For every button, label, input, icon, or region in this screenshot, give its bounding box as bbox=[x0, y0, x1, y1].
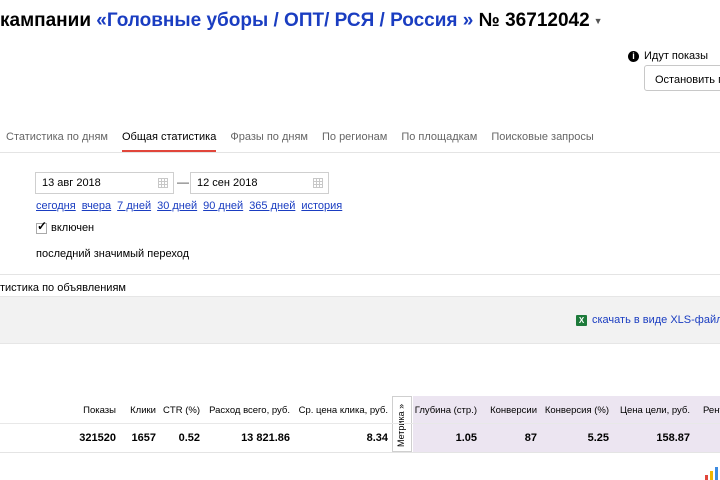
tab-general-stats[interactable]: Общая статистика bbox=[121, 131, 217, 152]
period-7-days[interactable]: 7 дней bbox=[117, 200, 151, 212]
col-cpc[interactable]: Ср. цена клика, руб. bbox=[299, 405, 388, 416]
campaign-number: № 36712042 bbox=[473, 10, 590, 31]
campaign-status: i Идут показы bbox=[628, 50, 708, 62]
cell-depth: 1.05 bbox=[455, 432, 477, 444]
cell-cpc: 8.34 bbox=[366, 432, 388, 444]
col-roi[interactable]: Рент bbox=[703, 405, 720, 416]
period-365-days[interactable]: 365 дней bbox=[249, 200, 295, 212]
row-divider bbox=[0, 452, 720, 453]
date-dash: — bbox=[177, 175, 189, 189]
included-checkbox[interactable] bbox=[36, 219, 47, 234]
col-shows[interactable]: Показы bbox=[83, 405, 116, 416]
cell-shows: 321520 bbox=[79, 432, 116, 444]
tab-platforms[interactable]: По площадкам bbox=[401, 131, 477, 152]
col-conversions[interactable]: Конверсии bbox=[490, 405, 537, 416]
date-to-value: 12 сен 2018 bbox=[197, 177, 258, 189]
col-clicks[interactable]: Клики bbox=[130, 405, 156, 416]
included-option[interactable]: включен bbox=[36, 219, 95, 234]
period-history[interactable]: история bbox=[301, 200, 342, 212]
chevron-down-icon[interactable]: ▼ bbox=[594, 16, 603, 26]
cell-conversions: 87 bbox=[524, 432, 537, 444]
stats-tabs: Статистика по дням Общая статистика Фраз… bbox=[6, 131, 608, 152]
section-divider bbox=[0, 274, 720, 275]
cell-goal-price: 158.87 bbox=[656, 432, 690, 444]
tab-daily-stats[interactable]: Статистика по дням bbox=[6, 131, 108, 152]
col-conv-rate[interactable]: Конверсия (%) bbox=[545, 405, 609, 416]
attribution-model[interactable]: последний значимый переход bbox=[36, 248, 189, 260]
tab-search-queries[interactable]: Поисковые запросы bbox=[491, 131, 593, 152]
period-today[interactable]: сегодня bbox=[36, 200, 76, 212]
date-from-input[interactable]: 13 авг 2018 bbox=[35, 172, 174, 194]
section-title-by-ads: тистика по объявлениям bbox=[0, 282, 126, 294]
header-divider bbox=[0, 423, 720, 424]
tab-regions[interactable]: По регионам bbox=[322, 131, 387, 152]
tabs-divider bbox=[0, 152, 720, 153]
date-to-input[interactable]: 12 сен 2018 bbox=[190, 172, 329, 194]
chart-icon[interactable] bbox=[704, 467, 720, 480]
cell-spend: 13 821.86 bbox=[241, 432, 290, 444]
period-yesterday[interactable]: вчера bbox=[82, 200, 111, 212]
col-depth[interactable]: Глубина (стр.) bbox=[415, 405, 477, 416]
cell-clicks: 1657 bbox=[131, 432, 156, 444]
col-ctr[interactable]: CTR (%) bbox=[163, 405, 200, 416]
date-from-value: 13 авг 2018 bbox=[42, 177, 101, 189]
col-spend[interactable]: Расход всего, руб. bbox=[209, 405, 290, 416]
included-label: включен bbox=[51, 222, 95, 234]
download-xls[interactable]: X скачать в виде XLS-файла bbox=[576, 314, 720, 326]
metrika-label: Метрика » bbox=[396, 403, 406, 447]
period-links: сегодня вчера 7 дней 30 дней 90 дней 365 дней… bbox=[36, 200, 348, 212]
period-30-days[interactable]: 30 дней bbox=[157, 200, 197, 212]
tab-phrases-daily[interactable]: Фразы по дням bbox=[230, 131, 308, 152]
period-90-days[interactable]: 90 дней bbox=[203, 200, 243, 212]
stop-shows-button[interactable]: Остановить показы bbox=[644, 65, 720, 91]
metrika-toggle[interactable]: Метрика » bbox=[392, 396, 412, 452]
campaign-name[interactable]: «Головные уборы / ОПТ/ РСЯ / Россия » bbox=[96, 10, 473, 31]
download-xls-link[interactable]: скачать в виде XLS-файла bbox=[592, 314, 720, 326]
excel-icon: X bbox=[576, 314, 587, 326]
page-title: кампании «Головные уборы / ОПТ/ РСЯ / Ро… bbox=[0, 10, 603, 32]
info-icon: i bbox=[628, 50, 639, 62]
cell-conv-rate: 5.25 bbox=[587, 432, 609, 444]
status-text: Идут показы bbox=[644, 50, 708, 62]
col-goal-price[interactable]: Цена цели, руб. bbox=[620, 405, 690, 416]
cell-ctr: 0.52 bbox=[178, 432, 200, 444]
calendar-icon[interactable] bbox=[313, 178, 323, 188]
title-prefix: кампании bbox=[0, 10, 97, 31]
calendar-icon[interactable] bbox=[158, 178, 168, 188]
